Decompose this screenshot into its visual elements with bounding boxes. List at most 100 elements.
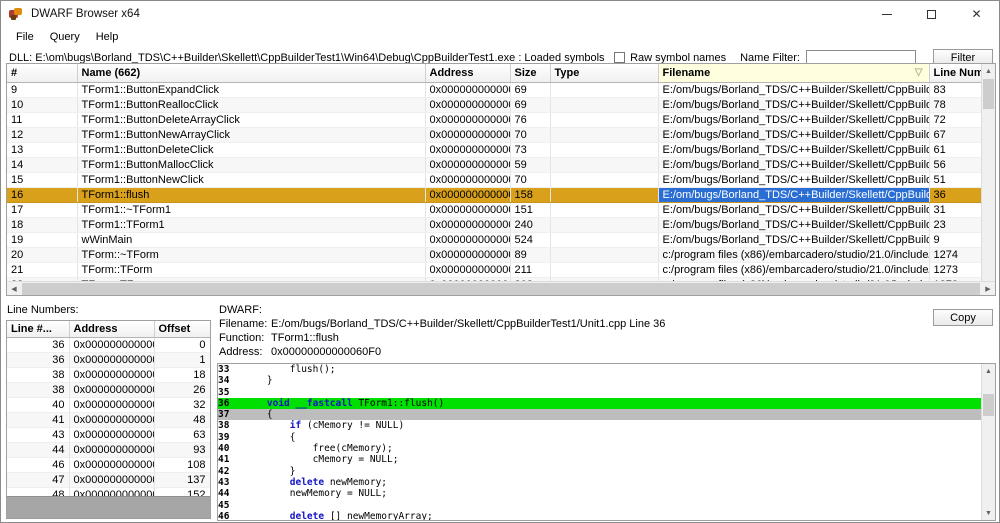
table-row[interactable]: 410x000000000000612048 bbox=[7, 412, 210, 428]
cell-type bbox=[550, 82, 659, 98]
cell-size: 240 bbox=[510, 217, 551, 233]
cell-name: TForm1::ButtonExpandClick bbox=[77, 82, 426, 98]
symbol-table-vertical-scrollbar[interactable]: ▲ bbox=[981, 64, 995, 281]
table-row[interactable]: 15TForm1::ButtonNewClick0x00000000000061… bbox=[7, 172, 995, 188]
table-row[interactable]: 400x000000000000611032 bbox=[7, 397, 210, 413]
scroll-up-icon[interactable]: ▲ bbox=[982, 64, 995, 78]
code-line-number: 39 bbox=[218, 431, 230, 443]
scrollbar-thumb[interactable] bbox=[983, 79, 994, 109]
cell-name: TForm::~TForm bbox=[77, 247, 426, 263]
table-row[interactable]: 12 TForm1::ButtonNewArrayClick 0x000000000… bbox=[7, 127, 995, 143]
code-line: 44 newMemory = NULL; bbox=[218, 488, 981, 499]
symbol-table[interactable]: # Name (662) Address Size Type ▽ Filenam… bbox=[6, 63, 996, 296]
cell-type bbox=[550, 112, 659, 128]
table-row[interactable]: 13 TForm1::ButtonDeleteClick 0x00000000000… bbox=[7, 142, 995, 158]
line-numbers-table[interactable]: Line #... Address Offset 36 0x00000000000… bbox=[6, 320, 211, 519]
cell-name: TForm1::ButtonDeleteArrayClick bbox=[77, 112, 426, 128]
maximize-icon bbox=[927, 9, 936, 19]
code-scrollbar-thumb[interactable] bbox=[983, 394, 994, 416]
menu-item-query[interactable]: Query bbox=[42, 29, 88, 45]
code-line: 37 { bbox=[218, 409, 981, 421]
symbol-table-inner: # Name (662) Address Size Type ▽ Filenam… bbox=[7, 64, 995, 293]
table-row[interactable]: 430x000000000000612F63 bbox=[7, 427, 210, 443]
cell-line-num: 43 bbox=[7, 427, 70, 443]
table-row[interactable]: 21TForm::TForm0x0000000000006800211 c:/pr… bbox=[7, 262, 995, 278]
symbol-table-horizontal-scrollbar[interactable]: ◀ ▶ bbox=[7, 281, 995, 295]
table-row[interactable]: 16TForm1::flush0x00000000000060F0158 E:/o… bbox=[7, 187, 995, 203]
cell-num: 17 bbox=[7, 202, 78, 218]
scroll-left-icon[interactable]: ◀ bbox=[7, 285, 21, 293]
dwarf-filename-row: Filename: E:/om/bugs/Borland_TDS/C++Buil… bbox=[219, 317, 819, 331]
column-header-type[interactable]: Type bbox=[550, 64, 659, 83]
table-row[interactable]: 360x00000000000060F00 bbox=[7, 337, 210, 353]
table-row[interactable]: 18TForm1::TForm10x0000000000005F50240 E:/… bbox=[7, 217, 995, 233]
cell-num: 11 bbox=[7, 112, 78, 128]
column-header-offset[interactable]: Offset bbox=[154, 321, 210, 338]
dwarf-function-value: TForm1::flush bbox=[271, 332, 339, 344]
code-line-number: 37 bbox=[218, 409, 230, 421]
table-row[interactable]: 14 TForm1::ButtonMallocClick 0x00000000000… bbox=[7, 157, 995, 173]
cell-size: 89 bbox=[510, 247, 551, 263]
column-header-filename[interactable]: ▽ Filename bbox=[658, 64, 930, 83]
cell-filename: E:/om/bugs/Borland_TDS/C++Builder/Skelle… bbox=[658, 97, 930, 113]
dll-path-text: DLL: E:\om\bugs\Borland_TDS\C++Builder\S… bbox=[9, 51, 605, 64]
copy-button[interactable]: Copy bbox=[933, 309, 993, 326]
menu-item-file[interactable]: File bbox=[8, 29, 42, 45]
table-row[interactable]: 470x0000000000006179137 bbox=[7, 472, 210, 488]
cell-address: 0x0000000000006360 bbox=[425, 82, 511, 98]
code-line-text: void __fastcall TForm1::flush() bbox=[266, 397, 445, 409]
code-line-text: { bbox=[244, 409, 273, 421]
table-row[interactable]: 11 TForm1::ButtonDeleteArrayClick 0x000000… bbox=[7, 112, 995, 128]
dwarf-address-key: Address: bbox=[219, 346, 263, 358]
column-header-line-num[interactable]: Line #... bbox=[7, 321, 70, 338]
table-row[interactable]: 19wWinMain0x00000000000054F0524 E:/om/bug… bbox=[7, 232, 995, 248]
table-row[interactable]: 9TForm1::ButtonExpandClick0x000000000000… bbox=[7, 82, 995, 98]
code-vertical-scrollbar[interactable]: ▲ ▼ bbox=[981, 364, 995, 520]
column-header-size[interactable]: Size bbox=[510, 64, 551, 83]
table-row[interactable]: 440x000000000000614D93 bbox=[7, 442, 210, 458]
scroll-right-icon[interactable]: ▶ bbox=[981, 285, 995, 293]
code-scroll-up-icon[interactable]: ▲ bbox=[982, 364, 995, 378]
column-header-num[interactable]: # bbox=[7, 64, 78, 83]
column-header-ln-address[interactable]: Address bbox=[69, 321, 155, 338]
hscrollbar-thumb[interactable] bbox=[22, 282, 980, 295]
cell-offset: 1 bbox=[154, 352, 210, 368]
dwarf-details: Filename: E:/om/bugs/Borland_TDS/C++Buil… bbox=[219, 317, 819, 359]
cell-size: 158 bbox=[510, 187, 551, 203]
cell-address: 0x00000000000054F0 bbox=[425, 232, 511, 248]
maximize-button[interactable] bbox=[909, 1, 954, 27]
cell-name: TForm1::ButtonReallocClick bbox=[77, 97, 426, 113]
cell-filename: E:/om/bugs/Borland_TDS/C++Builder/Skelle… bbox=[658, 142, 930, 158]
raw-symbol-names-checkbox[interactable]: Raw symbol names bbox=[614, 52, 726, 64]
cell-address: 0x0000000000006800 bbox=[425, 262, 511, 278]
table-row[interactable]: 17TForm1::~TForm10x0000000000006050151 E:… bbox=[7, 202, 995, 218]
cell-size: 70 bbox=[510, 172, 551, 188]
code-keyword: delete bbox=[289, 476, 325, 488]
minimize-button[interactable] bbox=[864, 1, 909, 27]
line-numbers-table-body: 360x00000000000060F00360x00000000000060F… bbox=[7, 337, 210, 503]
code-line: 34 } bbox=[218, 375, 981, 386]
source-code-viewer[interactable]: 33 flush(); 34 } 35 36 void __fastcall TFor… bbox=[217, 363, 996, 521]
table-row[interactable]: 460x000000000000615C108 bbox=[7, 457, 210, 473]
menu-bar: File Query Help bbox=[1, 27, 999, 47]
menu-item-help[interactable]: Help bbox=[88, 29, 127, 45]
app-icon bbox=[8, 6, 24, 22]
table-row[interactable]: 10 TForm1::ButtonReallocClick 0x0000000000… bbox=[7, 97, 995, 113]
table-row[interactable]: 380x000000000000610218 bbox=[7, 367, 210, 383]
column-header-name[interactable]: Name (662) bbox=[77, 64, 426, 83]
sort-descending-icon: ▽ bbox=[914, 67, 923, 78]
code-scroll-down-icon[interactable]: ▼ bbox=[982, 506, 995, 520]
cell-ln-address: 0x0000000000006102 bbox=[69, 367, 155, 383]
cell-size: 59 bbox=[510, 157, 551, 173]
cell-ln-address: 0x000000000000614D bbox=[69, 442, 155, 458]
code-line: 43 delete newMemory; bbox=[218, 477, 981, 488]
dwarf-filename-key: Filename: bbox=[219, 318, 268, 330]
close-button[interactable]: ✕ bbox=[954, 1, 999, 27]
cell-line-num: 44 bbox=[7, 442, 70, 458]
table-row[interactable]: 360x00000000000060F11 bbox=[7, 352, 210, 368]
cell-address: 0x0000000000006270 bbox=[425, 127, 511, 143]
column-header-address[interactable]: Address bbox=[425, 64, 511, 83]
source-code-lines: 33 flush(); 34 } 35 36 void __fastcall TFor… bbox=[218, 364, 981, 520]
table-row[interactable]: 20TForm::~TForm0x00000000000067A089 c:/pr… bbox=[7, 247, 995, 263]
table-row[interactable]: 380x000000000000610A26 bbox=[7, 382, 210, 398]
